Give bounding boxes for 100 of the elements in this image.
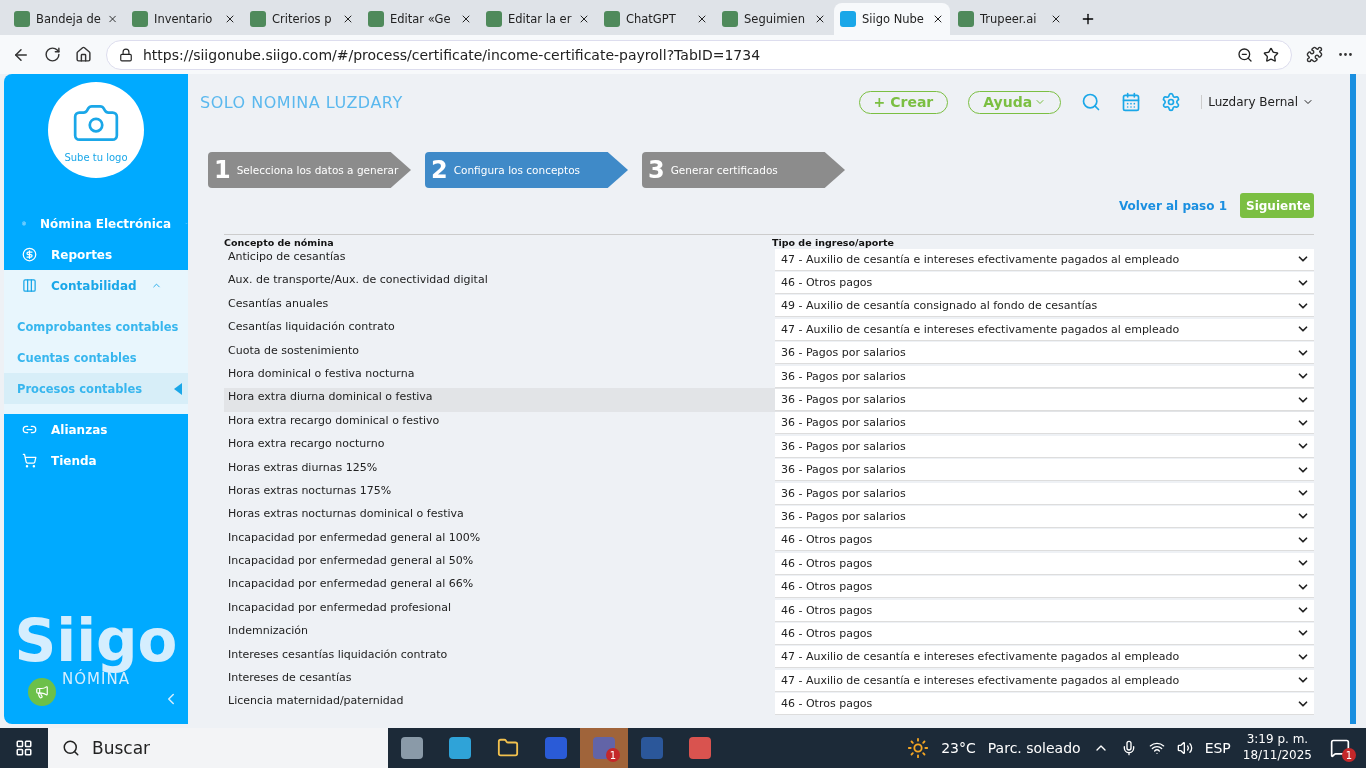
browser-tab[interactable]: Trupeer.ai [952,3,1068,35]
close-icon[interactable] [1050,13,1062,25]
close-icon[interactable] [342,13,354,25]
table-cell-text: Hora dominical o festiva nocturna [227,365,416,380]
browser-tab[interactable]: Siigo Nube [834,3,950,35]
notification-badge: 1 [1342,748,1356,762]
close-icon[interactable] [814,13,826,25]
browser-tab[interactable]: Editar la er [480,3,596,35]
wifi-icon[interactable] [1148,740,1165,756]
browser-tab[interactable]: Criterios p [244,3,360,35]
close-icon[interactable] [932,13,944,25]
zoom-icon[interactable] [1237,46,1253,63]
tab-favicon [958,11,974,27]
type-dropdown[interactable]: 36 - Pagos por salarios [775,435,1314,458]
browser-tab[interactable]: Seguimien [716,3,832,35]
triangle-icon [174,382,182,395]
tab-favicon [132,11,148,27]
type-dropdown[interactable]: 47 - Auxilio de cesantía e intereses efectivamente pagados al empleado [775,669,1314,692]
table-cell-text: Incapacidad por enfermedad profesional [227,599,453,614]
extensions-icon[interactable] [1306,46,1323,63]
type-dropdown[interactable]: 46 - Otros pagos [775,576,1314,599]
type-dropdown[interactable]: 46 - Otros pagos [775,622,1314,645]
language-indicator[interactable]: ESP [1204,740,1231,756]
folder-icon [497,737,519,759]
lock-icon [119,47,133,62]
type-dropdown[interactable]: 36 - Pagos por salarios [775,482,1314,505]
star-icon[interactable] [1263,46,1279,63]
table-cell-text: Horas extras diurnas 125% [227,459,379,474]
tab-favicon [14,11,30,27]
table-cell-text: Aux. de transporte/Aux. de conectividad digital [227,272,489,287]
clock[interactable]: 3:19 p. m. 18/11/2025 [1242,732,1312,764]
table-cell-text: Hora extra diurna dominical o festiva [227,389,434,404]
close-icon[interactable] [460,13,472,25]
taskbar-search[interactable]: Buscar [48,728,388,768]
home-icon[interactable] [75,46,92,63]
column-header: Tipo de ingreso/aporte [772,237,895,248]
teams-icon[interactable]: 1 [580,728,628,768]
type-dropdown[interactable]: 36 - Pagos por salarios [775,365,1314,388]
browser-tab[interactable]: Inventario [126,3,242,35]
tab-favicon [368,11,384,27]
type-dropdown[interactable]: 47 - Auxilio de cesantía e intereses efectivamente pagados al empleado [775,318,1314,341]
type-dropdown[interactable]: 49 - Auxilio de cesantía consignado al fondo de cesantías [775,295,1314,318]
cart-icon [22,453,37,468]
type-dropdown[interactable]: 47 - Auxilio de cesantía e intereses efectivamente pagados al empleado [775,248,1314,271]
browser-tab[interactable]: Bandeja de [8,3,124,35]
table-cell-text: Indemnización [227,623,310,638]
type-dropdown[interactable]: 36 - Pagos por salarios [775,459,1314,482]
table-cell-text: Anticipo de cesantías [227,249,347,263]
table-cell-text: Incapacidad por enfermedad general al 100% [227,529,482,544]
table-cell-text: Horas extras nocturnas dominical o festiva [227,506,465,521]
type-dropdown[interactable]: 36 - Pagos por salarios [775,412,1314,435]
type-dropdown[interactable]: 36 - Pagos por salarios [775,389,1314,412]
type-dropdown[interactable]: 46 - Otros pagos [775,552,1314,575]
table-cell-text: Intereses de cesantías [227,670,353,685]
megaphone-icon [35,685,49,699]
notifications-button[interactable]: 1 [1324,728,1356,768]
weather-icon [907,737,930,759]
user-menu[interactable]: Luzdary Bernal [1201,95,1314,109]
tab-favicon [486,11,502,27]
temperature: 23°C [941,740,976,756]
weather-text: Parc. soleado [987,740,1081,756]
notification-badge: 1 [606,748,620,762]
type-dropdown[interactable]: 47 - Auxilio de cesantía e intereses efectivamente pagados al empleado [775,646,1314,669]
tab-favicon [722,11,738,27]
close-icon[interactable] [578,13,590,25]
table-cell-text: Hora extra recargo dominical o festivo [227,412,441,427]
type-dropdown[interactable]: 46 - Otros pagos [775,272,1314,295]
table-cell-text: Cesantías anuales [227,295,330,310]
table-cell-text: Incapacidad por enfermedad general al 66% [227,576,475,591]
table-cell-text: Intereses cesantías liquidación contrato [227,646,449,661]
reload-icon[interactable] [44,46,61,63]
table-cell-text: Licencia maternidad/paternidad [227,693,405,708]
type-dropdown[interactable]: 46 - Otros pagos [775,693,1314,716]
table-cell-text: Horas extras nocturnas 175% [227,482,393,497]
url-text: https://siigonube.siigo.com/#/process/certificate/income-certificate-payroll?TabID=1734 [143,46,761,63]
search-icon [62,739,80,757]
volume-icon[interactable] [1176,740,1193,756]
table-cell-text: Hora extra recargo nocturno [227,436,386,451]
wizard-step[interactable]: 2 Configura los conceptos [425,152,628,188]
type-dropdown[interactable]: 36 - Pagos por salarios [775,342,1314,365]
tab-favicon [250,11,266,27]
type-dropdown[interactable]: 46 - Otros pagos [775,599,1314,622]
table-cell-text: Cesantías liquidación contrato [227,319,396,334]
table-cell-text: Cuota de sostenimiento [227,342,361,357]
new-tab-icon[interactable] [1080,11,1096,27]
close-icon[interactable] [696,13,708,25]
address-bar[interactable]: https://siigonube.siigo.com/#/process/certificate/income-certificate-payroll?TabID=1734 [106,39,1292,70]
tab-favicon [604,11,620,27]
tab-favicon [840,11,856,27]
close-icon[interactable] [224,13,236,25]
coin-icon [22,247,37,262]
type-dropdown[interactable]: 36 - Pagos por salarios [775,506,1314,528]
table-cell-text: Incapacidad por enfermedad general al 50% [227,553,475,568]
browser-tab[interactable]: Editar «Ge [362,3,478,35]
columns-icon [22,278,37,293]
column-header: Concepto de nómina [224,237,335,248]
browser-tab[interactable]: ChatGPT [598,3,714,35]
company-name: SOLO NOMINA LUZDARY [200,92,404,112]
type-dropdown[interactable]: 46 - Otros pagos [775,529,1314,552]
message-icon [1330,738,1350,758]
